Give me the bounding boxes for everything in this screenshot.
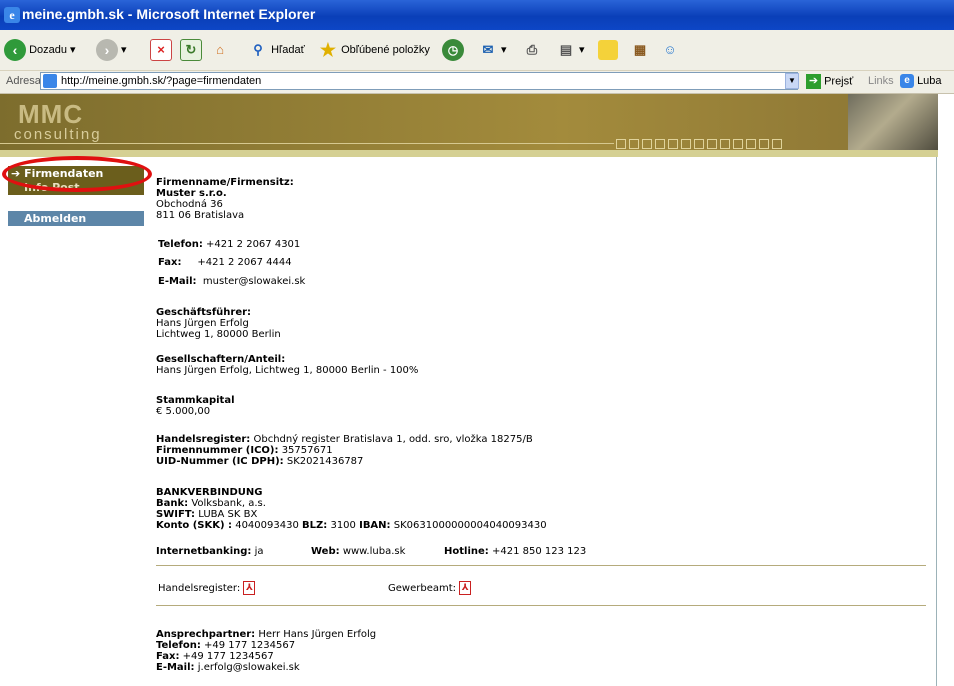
web-row: Web: www.luba.sk [311,546,406,557]
site-logo-subtitle: consulting [14,126,102,143]
luba-link[interactable]: e Luba [900,74,942,88]
address-bar: Adresa http://meine.gmbh.sk/?page=firmen… [0,71,954,94]
history-button[interactable]: ◷ [442,38,464,62]
capital-heading: Stammkapital [156,395,235,406]
pdf-icon[interactable]: ⅄ [459,581,472,595]
address-url: http://meine.gmbh.sk/?page=firmendaten [61,75,262,87]
banner-photo [848,94,938,150]
register-row: Handelsregister: Obchdný register Bratis… [156,434,533,445]
manager-address: Lichtweg 1, 80000 Berlin [156,329,281,340]
contact-fax-row: Fax: +49 177 1234567 [156,651,274,662]
address-dropdown[interactable]: ▼ [785,73,799,89]
bank-heading: BANKVERBINDUNG [156,487,263,498]
window-title: meine.gmbh.sk - Microsoft Internet Explo… [22,6,316,22]
mail-icon: ✉ [482,42,494,58]
forward-arrow-icon: › [96,39,118,62]
stop-icon: × [150,39,172,62]
divider-top [156,565,926,566]
web-link[interactable]: www.luba.sk [343,546,406,557]
banner-divider [0,143,614,144]
window-titlebar: e meine.gmbh.sk - Microsoft Internet Exp… [0,0,954,30]
browser-toolbar: ‹ Dozadu ▾ › ▾ × ↻ ⌂ ⚲ Hľadať ★ Obľúbené… [0,30,954,71]
handelsregister-doc: Handelsregister: ⅄ [158,581,256,595]
print-icon: ⎙ [526,42,538,58]
fax-row: Fax: +421 2 2067 4444 [158,257,292,268]
gewerbeamt-doc: Gewerbeamt: ⅄ [388,581,472,595]
manager-heading: Geschäftsführer: [156,307,252,318]
phone-row: Telefon: +421 2 2067 4301 [158,239,301,250]
page-right-border [936,157,937,686]
history-icon: ◷ [442,39,464,62]
favorites-label: Obľúbené položky [341,44,430,56]
home-icon: ⌂ [216,42,224,58]
links-label[interactable]: Links [868,75,894,87]
nav-item-abmelden[interactable]: Abmelden [8,211,144,226]
highlight-ellipse [2,156,152,192]
manager-name: Hans Jürgen Erfolg [156,318,249,329]
luba-icon: e [900,74,914,88]
research-button[interactable]: ▦ [630,38,650,62]
print-button[interactable]: ⎙ [522,38,542,62]
internetbanking-row: Internetbanking: ja [156,546,264,557]
address-input[interactable]: http://meine.gmbh.sk/?page=firmendaten [40,72,798,90]
back-label: Dozadu [29,44,67,56]
hotline-row: Hotline: +421 850 123 123 [444,546,587,557]
search-button[interactable]: ⚲ Hľadať [248,38,305,62]
back-arrow-icon: ‹ [4,39,26,62]
mail-button[interactable]: ✉ ▾ [478,38,507,62]
messenger-icon: ☺ [663,42,677,58]
contact-person-row: Ansprechpartner: Herr Hans Jürgen Erfolg [156,629,377,640]
ico-row: Firmennummer (ICO): 35757671 [156,445,333,456]
page-icon [43,74,57,88]
go-button[interactable]: ➔ Prejsť [806,74,853,89]
forward-button[interactable]: › ▾ [96,38,127,62]
ie-logo-icon: e [4,7,20,23]
partners-text: Hans Jürgen Erfolg, Lichtweg 1, 80000 Be… [156,365,419,376]
uid-row: UID-Nummer (IC DPH): SK2021436787 [156,456,364,467]
bank-row: Bank: Volksbank, a.s. [156,498,266,509]
home-button[interactable]: ⌂ [210,38,230,62]
divider-bottom [156,605,926,606]
edit-icon: ▤ [559,42,573,58]
back-button[interactable]: ‹ Dozadu ▾ [4,38,76,62]
contact-phone-row: Telefon: +49 177 1234567 [156,640,296,651]
go-label: Prejsť [824,75,854,88]
site-banner: MMC consulting [0,94,938,150]
partners-heading: Gesellschaftern/Anteil: [156,354,286,365]
contact-email-link[interactable]: j.erfolg@slowakei.sk [198,662,300,673]
search-label: Hľadať [271,44,305,56]
banner-subbar [0,150,938,157]
favorites-button[interactable]: ★ Obľúbené položky [318,38,430,62]
go-arrow-icon: ➔ [806,74,821,89]
edit-button[interactable]: ▤ ▾ [556,38,585,62]
messenger-button[interactable]: ☺ [660,38,680,62]
capital-value: € 5.000,00 [156,406,211,417]
research-icon: ▦ [633,42,647,58]
company-heading: Firmenname/Firmensitz: [156,177,294,188]
company-name: Muster s.r.o. [156,188,227,199]
search-icon: ⚲ [253,42,263,58]
refresh-icon: ↻ [180,39,202,62]
stop-button[interactable]: × [150,38,172,62]
luba-label: Luba [917,74,942,87]
address-label: Adresa [6,75,41,87]
account-row: Konto (SKK) : 4040093430 BLZ: 3100 IBAN:… [156,520,547,531]
pdf-icon[interactable]: ⅄ [243,581,256,595]
nav-item-label: Abmelden [24,212,87,225]
swift-row: SWIFT: LUBA SK BX [156,509,258,520]
web-page: MMC consulting Info Post ➔ Firmendaten A… [0,94,938,686]
company-street: Obchodná 36 [156,199,223,210]
email-row: E-Mail: muster@slowakei.sk [158,276,306,287]
discuss-button[interactable] [598,38,618,62]
star-icon: ★ [319,40,337,61]
refresh-button[interactable]: ↻ [180,38,202,62]
discuss-icon [598,40,618,61]
company-city: 811 06 Bratislava [156,210,245,221]
contact-email-row: E-Mail: j.erfolg@slowakei.sk [156,662,300,673]
